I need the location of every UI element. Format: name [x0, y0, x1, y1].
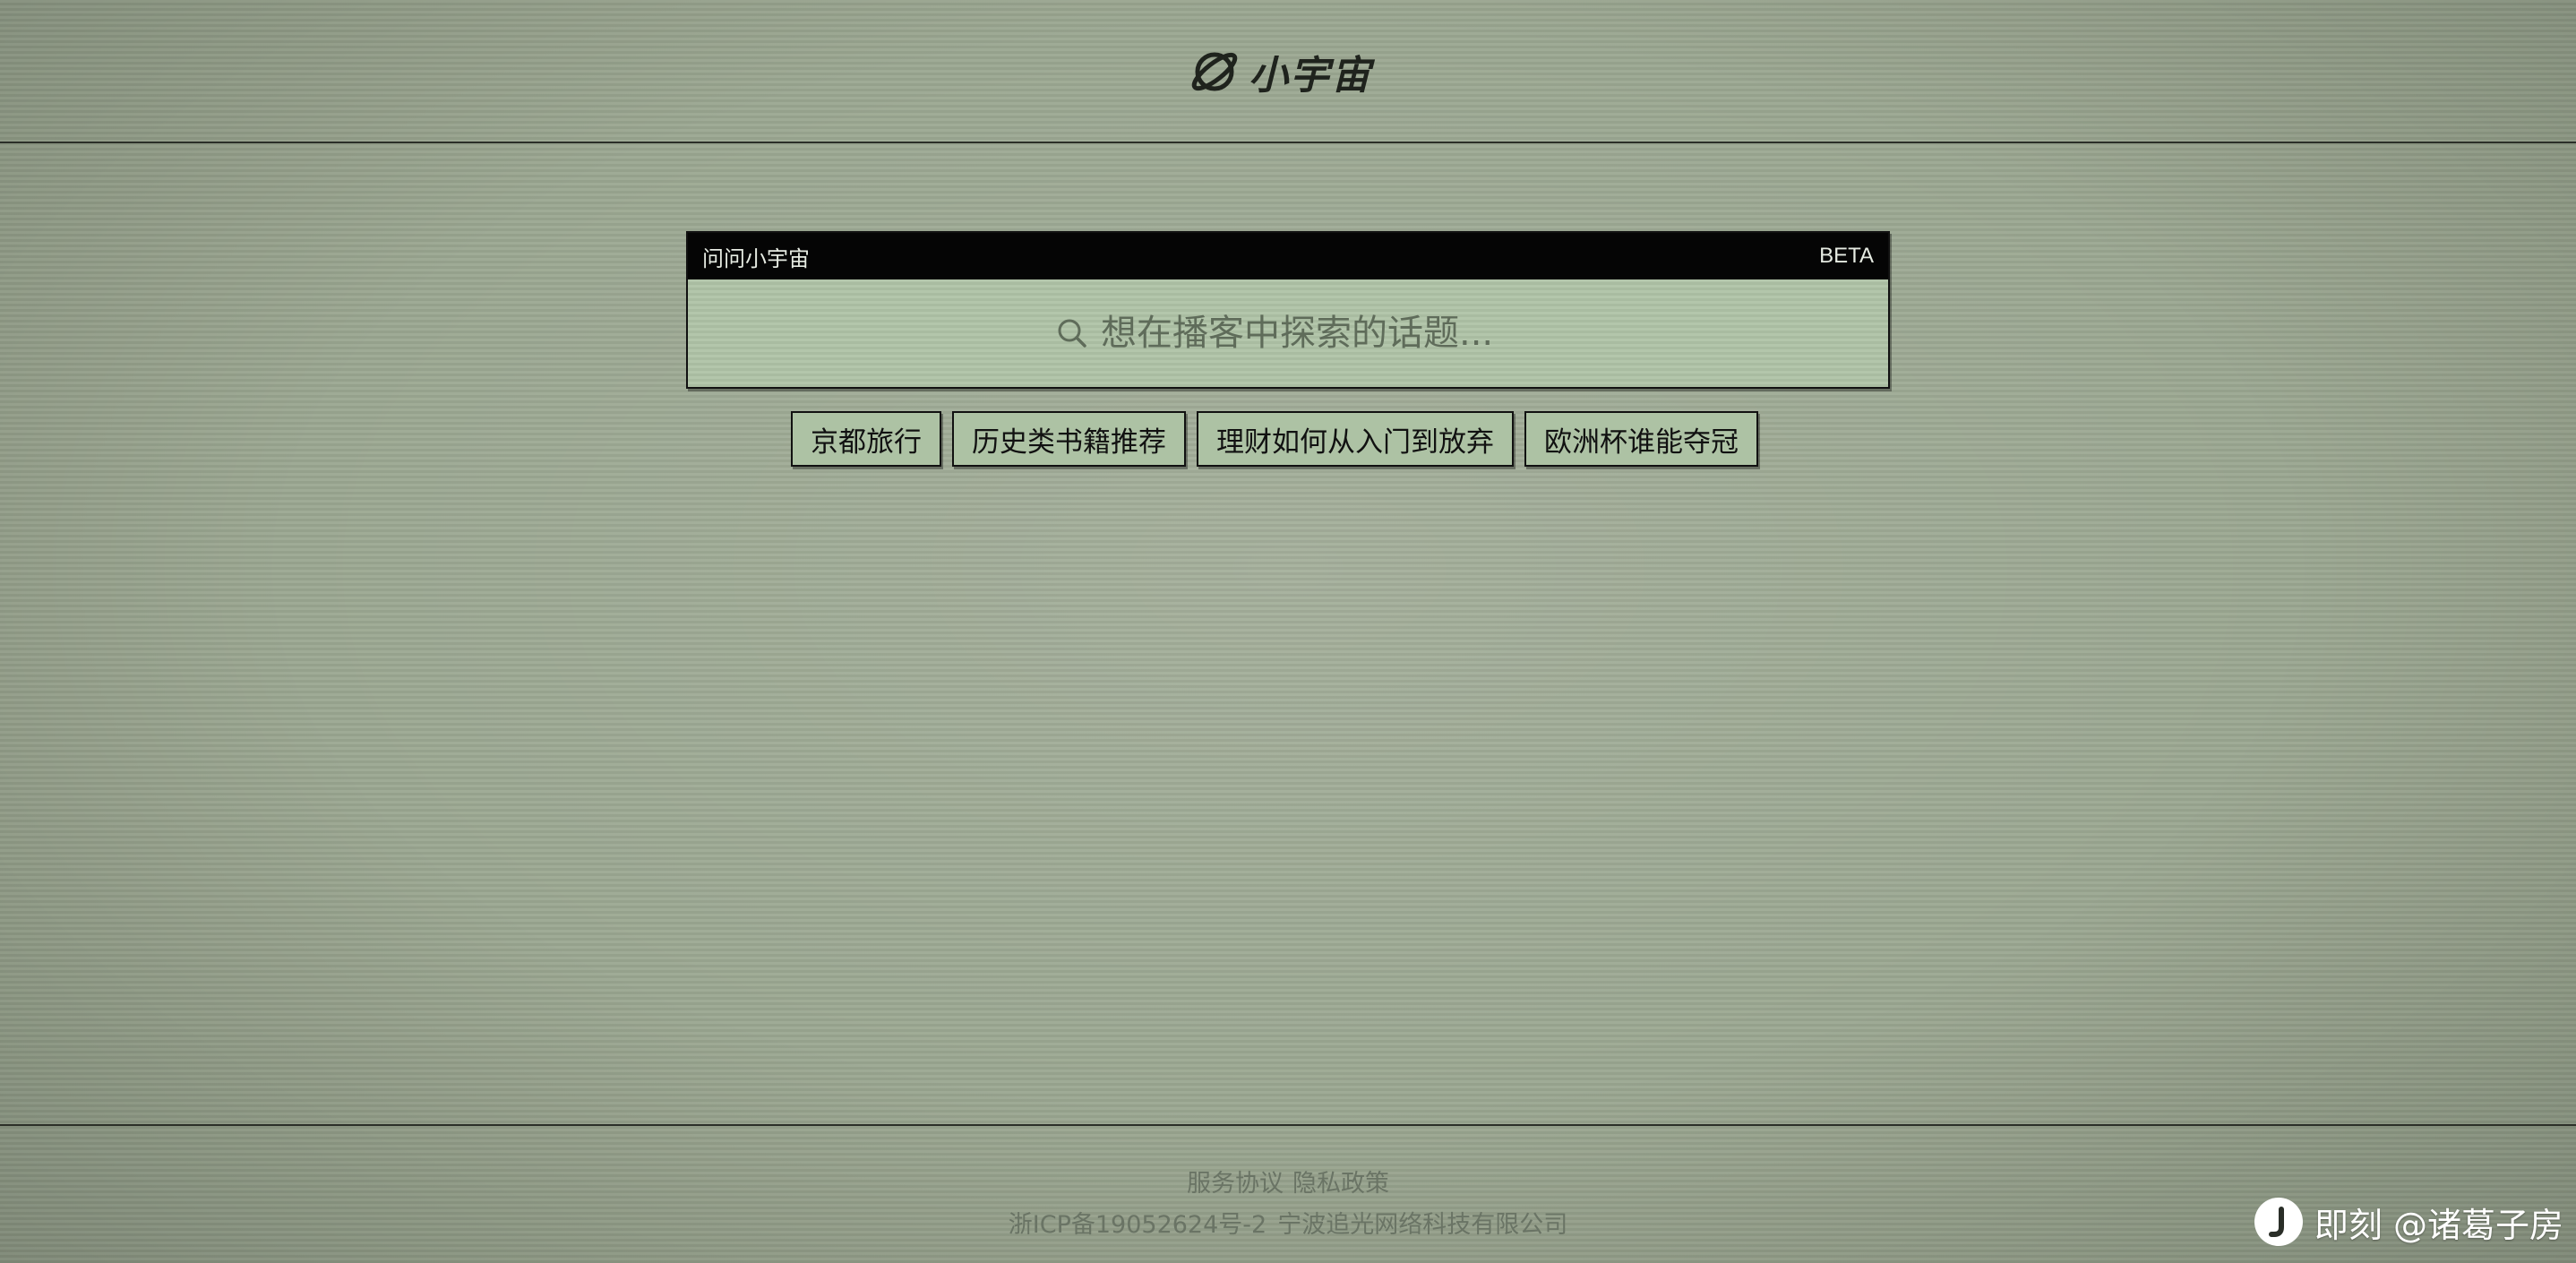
suggestion-chip-euro-cup[interactable]: 欧洲杯谁能夺冠	[1524, 411, 1758, 467]
search-card: 问问小宇宙 BETA	[686, 231, 1890, 389]
suggestion-chips: 京都旅行 历史类书籍推荐 理财如何从入门到放弃 欧洲杯谁能夺冠	[791, 411, 1758, 467]
footer-links: 服务协议 隐私政策	[0, 1164, 2576, 1199]
brand-logo[interactable]: 小宇宙	[1188, 45, 1372, 99]
beta-badge: BETA	[1819, 244, 1874, 268]
page-header: 小宇宙	[0, 0, 2576, 143]
watermark-text: 即刻 @诸葛子房	[2314, 1205, 2563, 1245]
search-card-title: 问问小宇宙	[702, 246, 810, 271]
page-footer: 服务协议 隐私政策 浙ICP备19052624号-2 宁波追光网络科技有限公司	[0, 1124, 2576, 1263]
search-input[interactable]	[1101, 313, 1522, 354]
company-name: 宁波追光网络科技有限公司	[1277, 1211, 1568, 1239]
suggestion-chip-kyoto[interactable]: 京都旅行	[791, 411, 941, 467]
watermark: 即刻 @诸葛子房	[2254, 1197, 2563, 1247]
suggestion-chip-finance[interactable]: 理财如何从入门到放弃	[1197, 411, 1514, 467]
jike-logo-icon	[2254, 1198, 2303, 1246]
planet-icon	[1191, 52, 1238, 91]
search-card-header: 问问小宇宙 BETA	[688, 233, 1888, 279]
search-icon	[1058, 319, 1086, 348]
footer-legal: 浙ICP备19052624号-2 宁波追光网络科技有限公司	[0, 1205, 2576, 1240]
brand-name: 小宇宙	[1249, 53, 1372, 99]
terms-link[interactable]: 服务协议	[1187, 1164, 1284, 1199]
privacy-link[interactable]: 隐私政策	[1292, 1164, 1389, 1199]
search-field[interactable]	[688, 279, 1888, 387]
icp-number[interactable]: 浙ICP备19052624号-2	[1009, 1205, 1267, 1240]
suggestion-chip-history-books[interactable]: 历史类书籍推荐	[952, 411, 1186, 467]
